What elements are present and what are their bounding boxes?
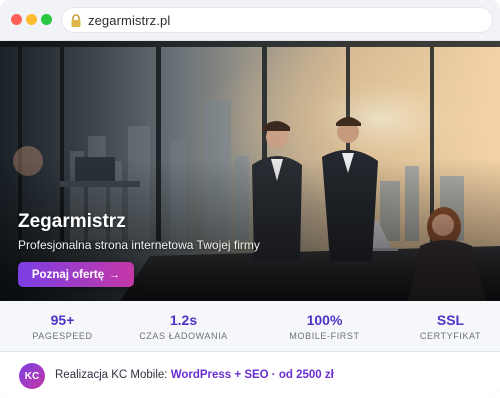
- credit-prefix: Realizacja KC Mobile:: [55, 369, 168, 381]
- offer-cta-button[interactable]: Poznaj ofertę →: [18, 262, 134, 287]
- address-bar[interactable]: zegarmistrz.pl: [61, 7, 493, 33]
- close-window-button[interactable]: [11, 14, 22, 25]
- browser-titlebar: zegarmistrz.pl: [0, 0, 500, 41]
- stat-value: SSL: [436, 312, 465, 328]
- stat-mobile-first: 100% MOBILE-FIRST: [262, 312, 387, 341]
- stat-value: 95+: [50, 312, 75, 328]
- stats-bar: 95+ PAGESPEED 1.2s CZAS ŁADOWANIA 100% M…: [0, 301, 500, 352]
- lock-icon: [71, 14, 81, 27]
- hero-title: Zegarmistrz: [18, 211, 126, 232]
- arrow-right-icon: →: [109, 268, 121, 281]
- credit-text: Realizacja KC Mobile: WordPress + SEO · …: [55, 369, 334, 381]
- stat-ssl: SSL CERTYFIKAT: [388, 312, 500, 341]
- stat-label: CERTYFIKAT: [419, 331, 482, 341]
- browser-window: zegarmistrz.pl Zegarmistrz Profesjonalna…: [0, 0, 500, 398]
- stat-label: PAGESPEED: [32, 331, 93, 341]
- offer-cta-label: Poznaj ofertę: [31, 268, 105, 281]
- stat-value: 1.2s: [169, 312, 198, 328]
- minimize-window-button[interactable]: [26, 14, 37, 25]
- stat-pagespeed: 95+ PAGESPEED: [0, 312, 125, 341]
- hero-subtitle: Profesjonalna strona internetowa Twojej …: [18, 238, 260, 252]
- stat-value: 100%: [306, 312, 343, 328]
- avatar: KC: [19, 363, 45, 389]
- url-text: zegarmistrz.pl: [88, 13, 171, 28]
- stat-label: CZAS ŁADOWANIA: [139, 331, 228, 341]
- stat-load-time: 1.2s CZAS ŁADOWANIA: [121, 312, 246, 341]
- hero-banner: Zegarmistrz Profesjonalna strona interne…: [0, 41, 500, 301]
- stat-label: MOBILE-FIRST: [289, 331, 360, 341]
- credit-offer-link[interactable]: WordPress + SEO · od 2500 zł: [171, 369, 334, 381]
- footer-credit-bar: KC Realizacja KC Mobile: WordPress + SEO…: [0, 352, 500, 398]
- maximize-window-button[interactable]: [41, 14, 52, 25]
